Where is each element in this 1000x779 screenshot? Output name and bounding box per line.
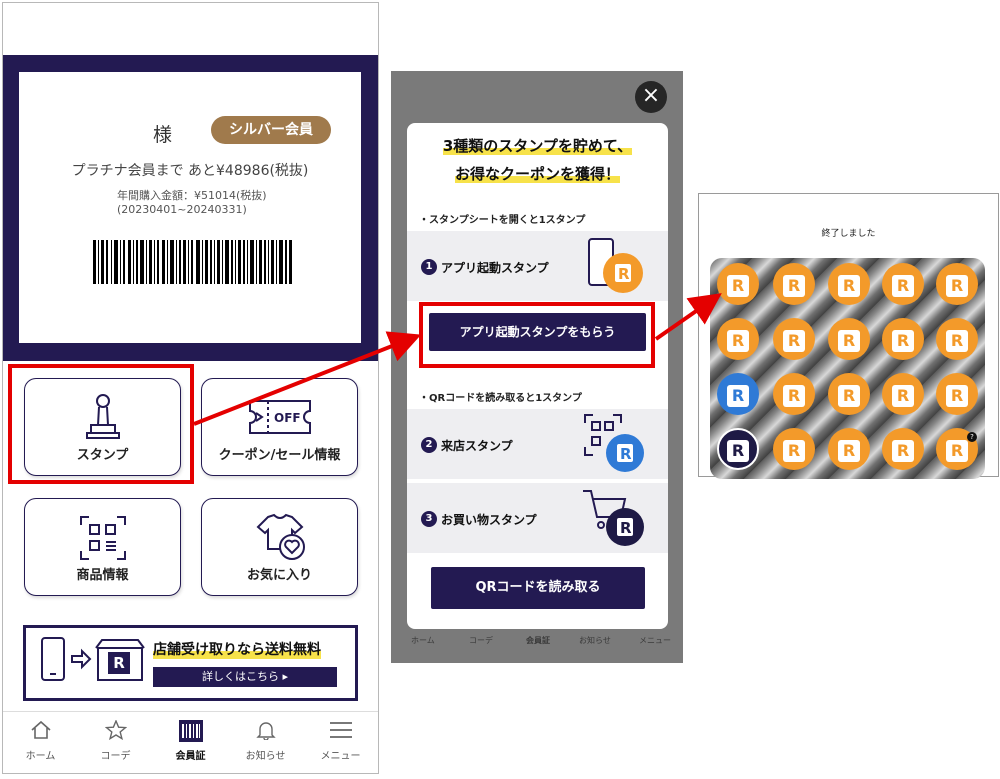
flow-arrows (193, 293, 722, 426)
arrow-modal-to-sheet (654, 293, 722, 341)
arrow-stamp-to-modal (193, 331, 422, 426)
